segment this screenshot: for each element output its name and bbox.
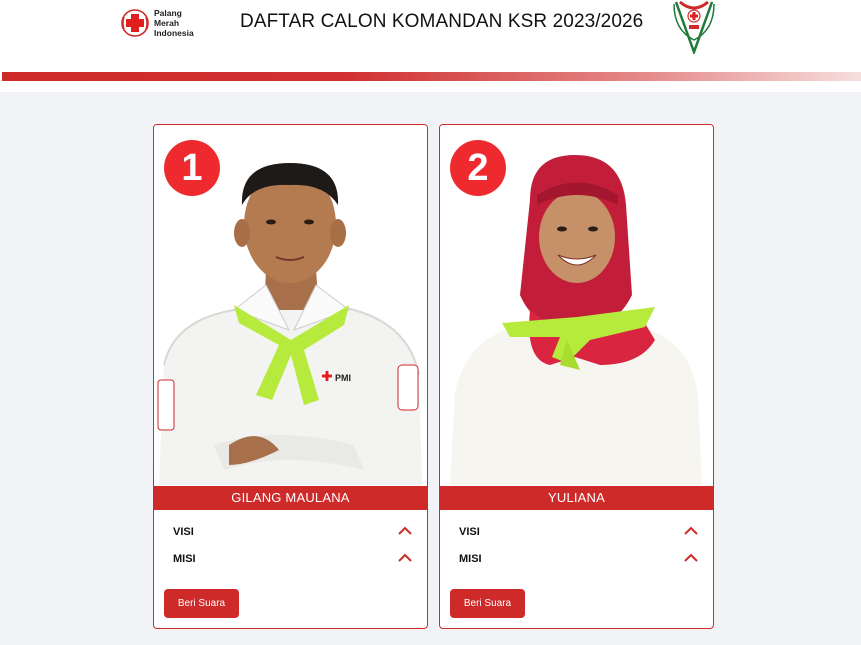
candidate-name: YULIANA <box>440 486 713 510</box>
candidate-photo: 2 <box>440 125 713 485</box>
red-cross-icon <box>121 9 149 37</box>
misi-accordion-toggle[interactable]: MISI <box>173 550 413 570</box>
visi-label: VISI <box>459 526 480 538</box>
candidate-card-2: 2 YULIANA VISI MISI Beri Suara <box>439 124 714 629</box>
page-header: Palang Merah Indonesia DAFTAR CALON KOMA… <box>0 0 861 72</box>
logo-line-3: Indonesia <box>154 28 194 38</box>
candidate-name: GILANG MAULANA <box>154 486 427 510</box>
chevron-up-icon[interactable] <box>397 552 413 564</box>
candidate-number-badge: 2 <box>450 140 506 196</box>
candidate-card-1: PMI 1 GILANG MAULANA VISI MISI Beri Suar… <box>153 124 428 629</box>
logo-line-2: Merah <box>154 18 180 28</box>
candidate-number-badge: 1 <box>164 140 220 196</box>
logo-line-1: Palang <box>154 8 182 18</box>
svg-text:PMI: PMI <box>335 373 351 383</box>
ksr-emblem-icon <box>673 0 715 54</box>
misi-accordion-toggle[interactable]: MISI <box>459 550 699 570</box>
main-content <box>0 92 861 645</box>
candidate-photo: PMI 1 <box>154 125 427 485</box>
visi-accordion-toggle[interactable]: VISI <box>173 523 413 543</box>
pmi-logo-text: Palang Merah Indonesia <box>154 8 194 38</box>
page-title: DAFTAR CALON KOMANDAN KSR 2023/2026 <box>240 11 644 32</box>
chevron-up-icon[interactable] <box>683 552 699 564</box>
chevron-up-icon[interactable] <box>683 525 699 537</box>
header-divider-bar <box>2 72 861 81</box>
visi-accordion-toggle[interactable]: VISI <box>459 523 699 543</box>
misi-label: MISI <box>173 553 196 565</box>
vote-button[interactable]: Beri Suara <box>450 589 525 618</box>
visi-label: VISI <box>173 526 194 538</box>
misi-label: MISI <box>459 553 482 565</box>
chevron-up-icon[interactable] <box>397 525 413 537</box>
vote-button[interactable]: Beri Suara <box>164 589 239 618</box>
pmi-logo: Palang Merah Indonesia <box>120 8 194 38</box>
